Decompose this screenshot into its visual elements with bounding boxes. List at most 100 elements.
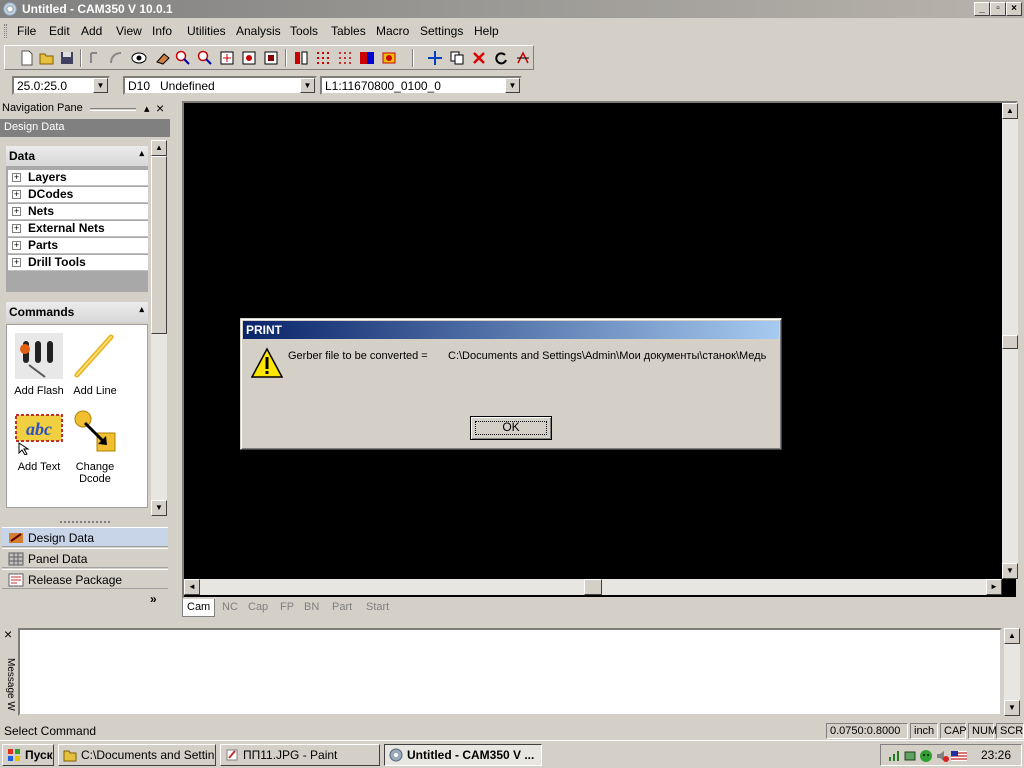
grid-snap-icon[interactable] [293,50,309,66]
view-icon[interactable] [131,50,147,66]
open-folder-icon[interactable] [39,50,55,66]
canvas-vertical-scrollbar[interactable]: ▲ ▼ [1002,103,1018,579]
menu-settings[interactable]: Settings [420,24,463,38]
scroll-thumb[interactable] [151,156,167,334]
save-icon[interactable] [59,50,75,66]
data-section-header[interactable]: Data ▴ [6,146,148,166]
scroll-right-icon[interactable]: ► [986,579,1002,595]
antivirus-icon[interactable] [919,749,933,763]
menu-macro[interactable]: Macro [376,24,409,38]
expand-icon[interactable]: + [12,207,21,216]
scroll-down-icon[interactable]: ▼ [1004,700,1020,716]
scroll-thumb[interactable] [1002,335,1018,349]
dcode-combo[interactable]: D10 Undefined ▼ [123,76,317,95]
zoom-window-icon[interactable] [219,50,235,66]
taskbar-item-paint[interactable]: ПП11.JPG - Paint [220,744,380,766]
start-button[interactable]: Пуск [2,744,54,766]
menu-edit[interactable]: Edit [49,24,70,38]
close-message-icon[interactable]: × [4,626,12,642]
tree-item-parts[interactable]: + Parts [8,238,148,254]
close-pane-icon[interactable]: × [156,100,164,116]
minimize-button[interactable]: _ [974,2,990,16]
menu-file[interactable]: File [17,24,36,38]
tab-bn[interactable]: BN [300,599,323,617]
chevron-down-icon[interactable]: ▼ [93,78,108,93]
menu-grip-handle[interactable] [4,24,7,38]
menu-utilities[interactable]: Utilities [187,24,226,38]
change-dcode-command[interactable]: Change Dcode [68,409,122,485]
menu-info[interactable]: Info [152,24,172,38]
restore-button[interactable]: ▫ [990,2,1006,16]
dots-grid-icon[interactable] [337,50,353,66]
grid-size-combo[interactable]: 25.0:25.0 ▼ [12,76,110,95]
tree-item-drill-tools[interactable]: + Drill Tools [8,255,148,271]
scroll-up-icon[interactable]: ▲ [1004,628,1020,644]
add-flash-command[interactable]: Add Flash [12,333,66,397]
scroll-down-icon[interactable]: ▼ [1002,563,1018,579]
tree-item-nets[interactable]: + Nets [8,204,148,220]
language-flag-icon[interactable] [951,749,967,763]
more-buttons-icon[interactable]: » [150,592,157,606]
color-settings-icon[interactable] [359,50,375,66]
add-line-command[interactable]: Add Line [68,333,122,397]
app-icon[interactable] [3,2,17,16]
layers-icon[interactable] [381,50,397,66]
redo-icon[interactable] [107,50,123,66]
scroll-left-icon[interactable]: ◄ [184,579,200,595]
zoom-in-icon[interactable] [175,50,191,66]
pin-icon[interactable]: ▴ [144,102,150,115]
chevron-down-icon[interactable]: ▼ [300,78,315,93]
menu-add[interactable]: Add [81,24,102,38]
network-icon[interactable] [887,749,901,763]
scroll-thumb[interactable] [584,579,602,595]
commands-section-header[interactable]: Commands ▴ [6,302,148,322]
close-button[interactable]: × [1006,2,1022,16]
undo-icon[interactable] [87,50,103,66]
menu-analysis[interactable]: Analysis [236,24,281,38]
menu-tools[interactable]: Tools [290,24,318,38]
new-file-icon[interactable] [19,50,35,66]
tab-fp[interactable]: FP [276,599,298,617]
scroll-down-icon[interactable]: ▼ [151,500,167,516]
collapse-icon[interactable]: ▴ [139,304,144,315]
nav-scrollbar[interactable]: ▲ ▼ [151,140,167,516]
menu-view[interactable]: View [116,24,142,38]
canvas-horizontal-scrollbar[interactable]: ◄ ► [184,579,1002,595]
expand-icon[interactable]: + [12,173,21,182]
redraw-icon[interactable] [263,50,279,66]
tree-item-dcodes[interactable]: + DCodes [8,187,148,203]
eraser-icon[interactable] [155,50,171,66]
message-scrollbar[interactable]: ▲ ▼ [1004,628,1020,716]
expand-icon[interactable]: + [12,258,21,267]
clock[interactable]: 23:26 [981,748,1011,762]
delete-icon[interactable] [471,50,487,66]
zoom-out-icon[interactable] [197,50,213,66]
add-text-command[interactable]: abc Add Text [12,409,66,473]
tab-start[interactable]: Start [362,599,393,617]
nav-button-release-package[interactable]: Release Package [2,569,168,589]
tree-item-external-nets[interactable]: + External Nets [8,221,148,237]
zoom-all-icon[interactable] [241,50,257,66]
grid-icon[interactable] [315,50,331,66]
rotate-icon[interactable] [493,50,509,66]
scroll-up-icon[interactable]: ▲ [151,140,167,156]
layer-combo[interactable]: L1:11670800_0100_0 ▼ [320,76,522,95]
menu-help[interactable]: Help [474,24,499,38]
splitter-handle[interactable] [60,521,110,523]
nav-button-design-data[interactable]: Design Data [2,527,168,547]
ok-button[interactable]: OK [470,416,552,440]
tab-nc[interactable]: NC [218,599,242,617]
expand-icon[interactable]: + [12,224,21,233]
copy-icon[interactable] [449,50,465,66]
tab-part[interactable]: Part [328,599,356,617]
tab-cap[interactable]: Cap [244,599,272,617]
mirror-icon[interactable] [515,50,531,66]
tab-cam[interactable]: Cam [182,599,216,617]
menu-tables[interactable]: Tables [331,24,366,38]
connection-icon[interactable] [903,749,917,763]
expand-icon[interactable]: + [12,190,21,199]
taskbar-item-cam350[interactable]: Untitled - CAM350 V ... [384,744,542,766]
expand-icon[interactable]: + [12,241,21,250]
scroll-up-icon[interactable]: ▲ [1002,103,1018,119]
move-icon[interactable] [427,50,443,66]
